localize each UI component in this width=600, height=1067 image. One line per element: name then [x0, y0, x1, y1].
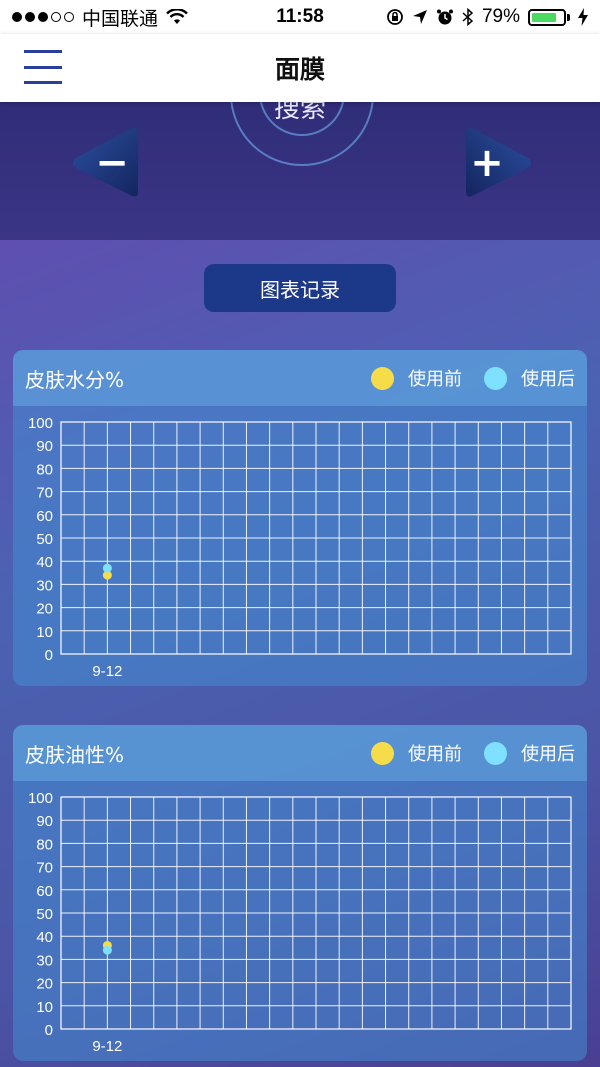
location-arrow-icon [412, 10, 427, 24]
battery-icon [528, 8, 570, 26]
chart-card-header: 皮肤水分% 使用前 使用后 [13, 350, 587, 406]
chart-card-header: 皮肤油性% 使用前 使用后 [13, 725, 587, 781]
nav-bar: 面膜 [0, 34, 600, 102]
y-tick-label: 20 [36, 601, 53, 618]
y-tick-label: 0 [45, 1022, 53, 1039]
legend-before: 使用前 [371, 740, 462, 766]
legend-dot-before [371, 366, 394, 390]
y-tick-label: 70 [36, 860, 53, 877]
y-tick-label: 10 [36, 999, 53, 1016]
menu-button[interactable] [24, 50, 62, 84]
status-bar: 中国联通 11:58 79% [0, 0, 600, 34]
data-point-after [102, 945, 112, 955]
wifi-icon [166, 9, 188, 24]
legend-dot-before [371, 741, 394, 765]
increase-button[interactable]: + [462, 124, 534, 202]
legend-label-before: 使用前 [408, 744, 462, 765]
decrease-button[interactable]: − [70, 124, 142, 202]
status-right: 79% [386, 6, 588, 28]
legend-label-after: 使用后 [521, 744, 575, 765]
legend-label-before: 使用前 [408, 369, 462, 390]
signal-icon [12, 12, 74, 22]
status-left: 中国联通 [12, 4, 188, 31]
y-tick-label: 50 [36, 906, 53, 923]
y-tick-label: 90 [36, 438, 53, 455]
y-tick-label: 10 [36, 624, 53, 641]
legend-before: 使用前 [371, 365, 462, 391]
y-tick-label: 40 [36, 929, 53, 946]
oil-plot: 0 10 20 30 40 50 60 70 80 90 100 9-12 [28, 790, 572, 1055]
search-button-label[interactable]: 搜索 [0, 102, 600, 125]
charging-bolt-icon [578, 8, 588, 26]
main-content: 图表记录 皮肤水分% 使用前 使用后 0 10 20 30 40 50 60 70 80 90 10… [0, 240, 600, 1067]
y-tick-label: 90 [36, 813, 53, 830]
y-tick-label: 30 [36, 577, 53, 594]
chart-title: 皮肤水分% [25, 367, 125, 392]
y-tick-label: 70 [36, 485, 53, 502]
moisture-plot: 0 10 20 30 40 50 60 70 80 90 100 9-12 [28, 415, 572, 680]
skin-oil-chart-card: 皮肤油性% 使用前 使用后 0 10 20 30 40 50 60 70 80 90 100 9-12 [13, 725, 587, 1061]
legend-after: 使用后 [484, 365, 575, 391]
bluetooth-icon [462, 8, 474, 26]
legend-dot-after [484, 366, 507, 390]
y-tick-label: 20 [36, 976, 53, 993]
carrier-name: 中国联通 [82, 8, 159, 30]
alarm-icon [436, 9, 453, 25]
y-tick-label: 80 [36, 836, 53, 853]
chart-record-button[interactable]: 图表记录 [204, 264, 396, 312]
skin-moisture-chart-card: 皮肤水分% 使用前 使用后 0 10 20 30 40 50 60 70 80 90 100 9-12 [13, 350, 587, 686]
data-point-after [102, 563, 112, 573]
y-tick-label: 60 [36, 883, 53, 900]
plus-icon: + [470, 140, 504, 186]
chart-title: 皮肤油性% [25, 742, 125, 767]
y-tick-label: 60 [36, 508, 53, 525]
minus-icon: − [95, 140, 129, 186]
y-tick-label: 0 [45, 647, 53, 664]
x-tick-label: 9-12 [92, 663, 122, 680]
orientation-lock-icon [387, 9, 403, 25]
y-tick-label: 40 [36, 554, 53, 571]
y-tick-label: 100 [28, 415, 53, 432]
y-tick-label: 50 [36, 531, 53, 548]
status-time: 11:58 [276, 6, 324, 27]
y-tick-label: 100 [28, 790, 53, 807]
device-control-area: 搜索 − + [0, 102, 600, 240]
legend-label-after: 使用后 [521, 369, 575, 390]
battery-percentage: 79% [481, 6, 520, 27]
legend-dot-after [484, 741, 507, 765]
legend-after: 使用后 [484, 740, 575, 766]
y-tick-label: 80 [36, 461, 53, 478]
page-title: 面膜 [274, 55, 325, 84]
x-tick-label: 9-12 [92, 1038, 122, 1055]
y-tick-label: 30 [36, 952, 53, 969]
